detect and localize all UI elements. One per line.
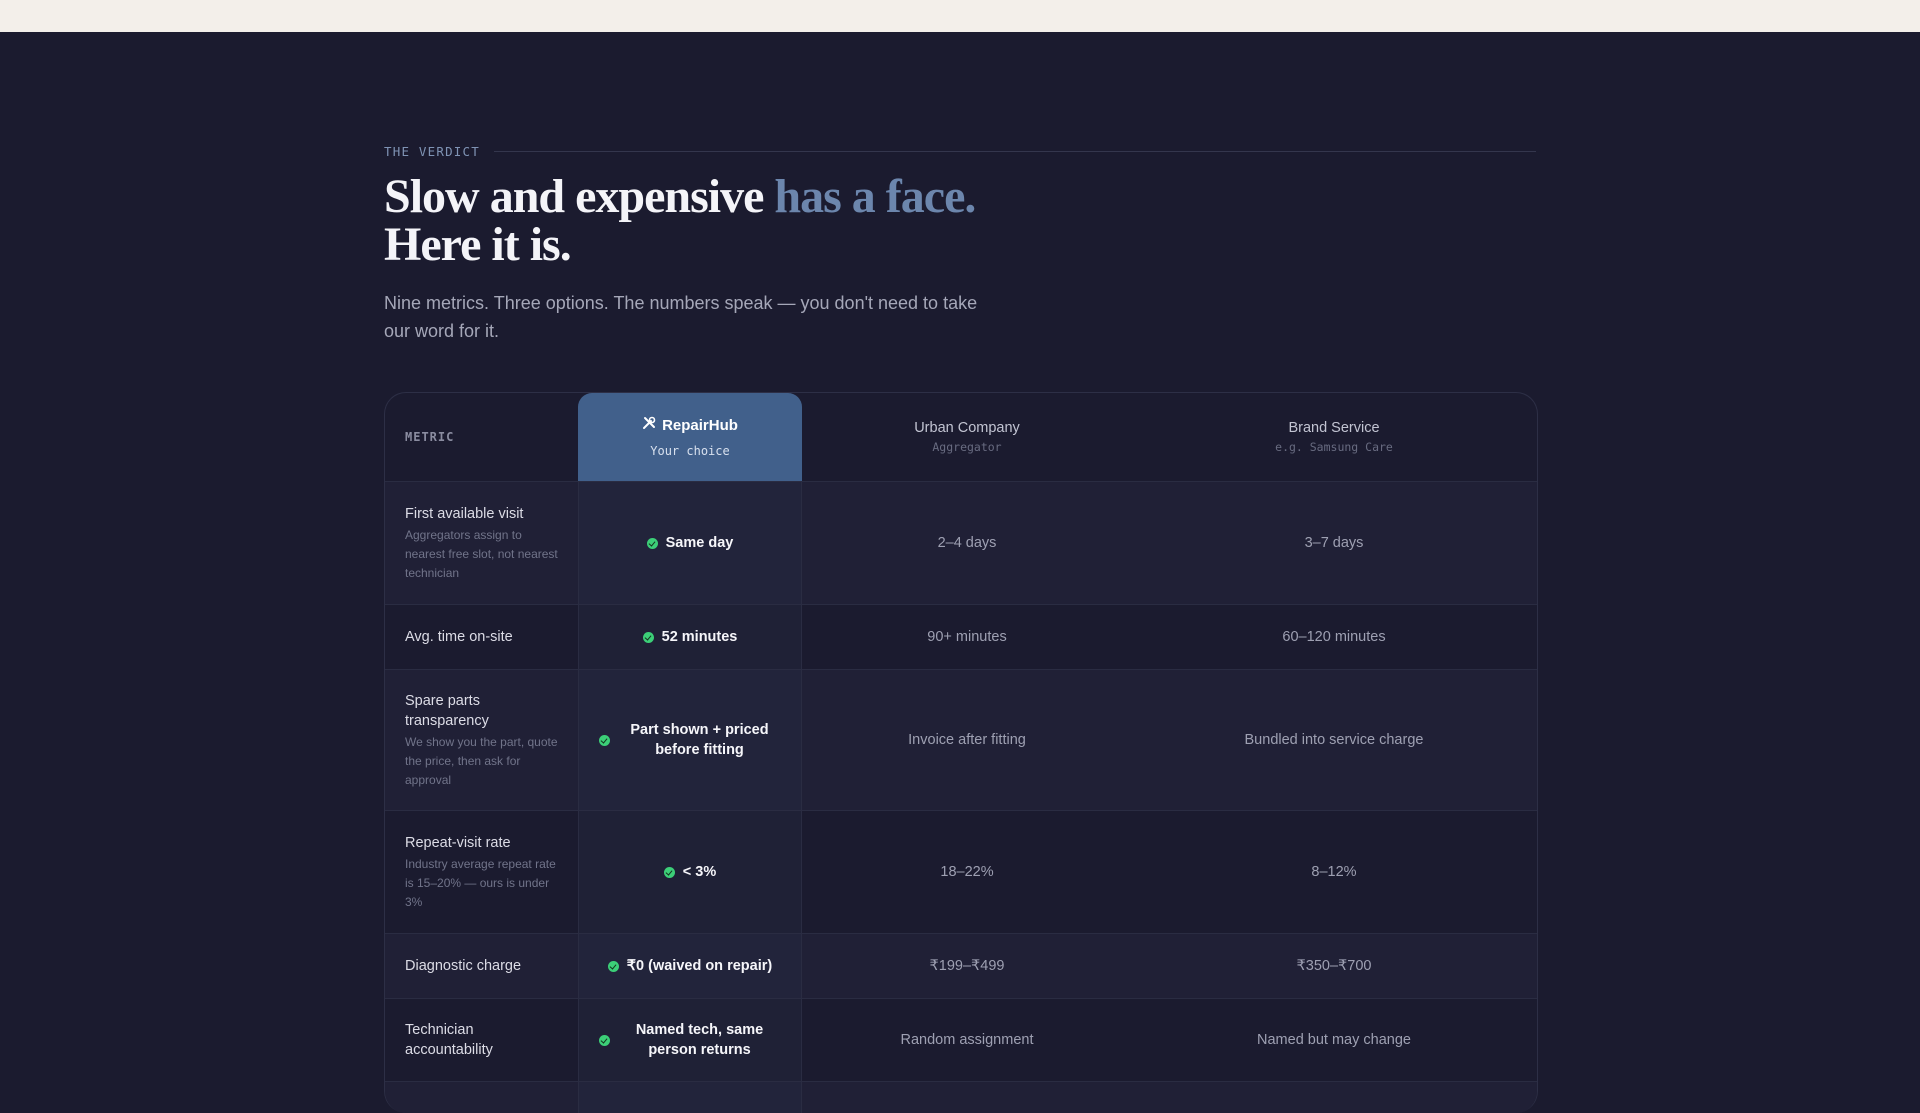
repairhub-title: RepairHub: [662, 416, 738, 434]
page-title: Slow and expensive has a face. Here it i…: [384, 173, 1536, 269]
brand-service-cell: 8–12%: [1132, 811, 1536, 933]
brand-service-cell: ₹350–₹700: [1132, 934, 1536, 998]
check-icon: [599, 734, 610, 746]
urban-company-cell: Random assignment: [802, 999, 1132, 1081]
comparison-table: METRIC RepairHub Your choice Urban Compa…: [384, 392, 1538, 1113]
brand-service-subtitle: e.g. Samsung Care: [1275, 440, 1393, 454]
brand-service-cell: Bundled into service charge: [1132, 670, 1536, 810]
repairhub-cell: Part shown + priced before fitting: [578, 670, 802, 810]
repairhub-cell: < 3%: [578, 811, 802, 933]
metric-header-cell: METRIC: [385, 393, 578, 481]
metric-header-label: METRIC: [405, 430, 455, 444]
urban-company-cell: 90+ minutes: [802, 605, 1132, 669]
table-row: Repeat-visit rate Industry average repea…: [385, 811, 1537, 934]
repairhub-cell: ₹0 (waived on repair): [578, 934, 802, 998]
check-icon: [607, 960, 619, 972]
urban-company-cell: 2–4 days: [802, 482, 1132, 604]
metric-name: Technician accountability: [405, 1022, 493, 1058]
urban-company-value: 90+ minutes: [927, 629, 1007, 645]
check-icon: [646, 537, 658, 549]
urban-company-cell: 18–22%: [802, 811, 1132, 933]
check-icon: [642, 631, 654, 643]
check-icon: [663, 866, 675, 878]
urban-company-value: 2–4 days: [937, 535, 997, 551]
title-line-2: Here it is.: [384, 218, 572, 271]
title-main: Slow and expensive: [384, 170, 764, 223]
repairhub-value: Named tech, same person returns: [635, 1022, 764, 1058]
metric-name: Avg. time on-site: [405, 629, 513, 645]
eyebrow-divider: [493, 150, 1536, 152]
table-row: [385, 1082, 1537, 1113]
brand-service-header: Brand Service e.g. Samsung Care: [1132, 393, 1536, 481]
urban-company-header: Urban Company Aggregator: [802, 393, 1132, 481]
table-row: Technician accountability Named tech, sa…: [385, 999, 1537, 1082]
metric-name: Repeat-visit rate: [405, 834, 511, 851]
metric-note: Industry average repeat rate is 15–20% —…: [405, 856, 556, 909]
brand-service-value: 60–120 minutes: [1282, 629, 1386, 645]
brand-service-title: Brand Service: [1288, 420, 1380, 436]
lede-text: Nine metrics. Three options. The numbers…: [384, 293, 978, 341]
table-row: First available visit Aggregators assign…: [385, 482, 1537, 605]
urban-company-cell: Invoice after fitting: [802, 670, 1132, 810]
table-row: Diagnostic charge ₹0 (waived on repair) …: [385, 934, 1537, 999]
metric-cell: Avg. time on-site: [385, 605, 578, 669]
urban-company-value: ₹199–₹499: [929, 958, 1005, 974]
repairhub-subtitle: Your choice: [650, 444, 730, 458]
metric-cell: First available visit Aggregators assign…: [385, 482, 578, 604]
eyebrow-label: THE VERDICT: [384, 143, 480, 159]
repairhub-value: Same day: [665, 535, 734, 551]
metric-name: First available visit: [405, 505, 524, 522]
brand-service-value: 3–7 days: [1304, 535, 1364, 551]
metric-cell: Repeat-visit rate Industry average repea…: [385, 811, 578, 933]
brand-service-cell: Named but may change: [1132, 999, 1536, 1081]
repairhub-cell: Same day: [578, 482, 802, 604]
repairhub-value: ₹0 (waived on repair): [626, 958, 773, 974]
urban-company-value: Invoice after fitting: [908, 732, 1026, 748]
repairhub-value: 52 minutes: [661, 629, 738, 645]
urban-company-value: Random assignment: [900, 1032, 1034, 1048]
eyebrow: THE VERDICT: [384, 141, 1536, 161]
metric-note: We show you the part, quote the price, t…: [405, 734, 558, 787]
table-row: Spare parts transparency We show you the…: [385, 670, 1537, 811]
repairhub-cell: 52 minutes: [578, 605, 802, 669]
top-bar: [0, 0, 1920, 32]
verdict-section: THE VERDICT Slow and expensive has a fac…: [384, 141, 1536, 345]
title-accent: has a face.: [774, 170, 976, 223]
brand-service-value: ₹350–₹700: [1296, 958, 1372, 974]
metric-name: Spare parts transparency: [405, 692, 489, 729]
urban-company-title: Urban Company: [914, 420, 1020, 436]
brand-service-value: Named but may change: [1257, 1032, 1411, 1048]
brand-service-cell: 60–120 minutes: [1132, 605, 1536, 669]
check-icon: [599, 1034, 610, 1046]
metric-cell: Spare parts transparency We show you the…: [385, 670, 578, 810]
brand-service-value: Bundled into service charge: [1244, 732, 1424, 748]
repairhub-cell: Named tech, same person returns: [578, 999, 802, 1081]
table-header-row: METRIC RepairHub Your choice Urban Compa…: [385, 393, 1537, 482]
repairhub-header: RepairHub Your choice: [578, 393, 802, 481]
repairhub-value: < 3%: [682, 864, 717, 880]
urban-company-value: 18–22%: [940, 864, 994, 880]
urban-company-subtitle: Aggregator: [932, 440, 1002, 454]
brand-service-cell: 3–7 days: [1132, 482, 1536, 604]
metric-name: Diagnostic charge: [405, 958, 522, 974]
metric-note: Aggregators assign to nearest free slot,…: [405, 527, 558, 580]
brand-service-value: 8–12%: [1311, 864, 1357, 880]
urban-company-cell: ₹199–₹499: [802, 934, 1132, 998]
tools-icon: [642, 416, 656, 434]
table-row: Avg. time on-site 52 minutes 90+ minutes…: [385, 605, 1537, 670]
metric-cell: Diagnostic charge: [385, 934, 578, 998]
metric-cell: Technician accountability: [385, 999, 578, 1081]
repairhub-value: Part shown + priced before fitting: [630, 722, 769, 758]
